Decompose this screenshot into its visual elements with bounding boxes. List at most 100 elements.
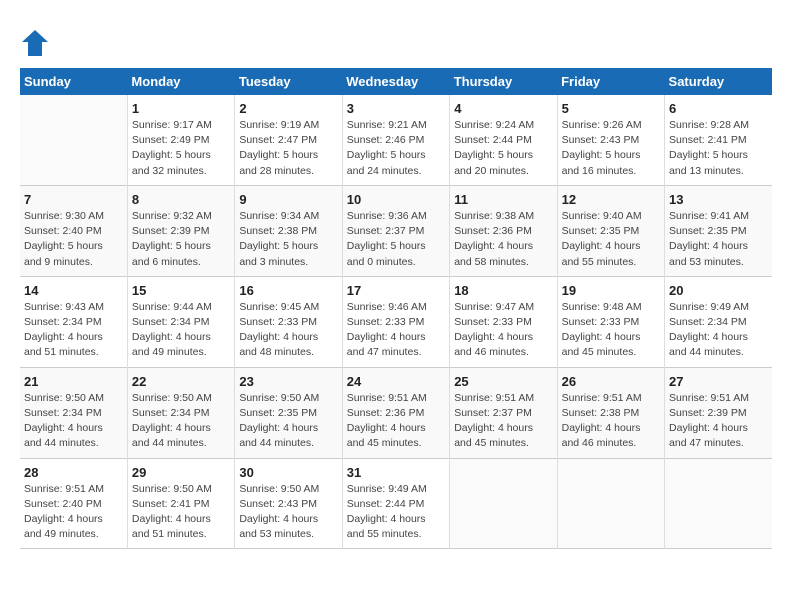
day-info: Sunrise: 9:30 AMSunset: 2:40 PMDaylight:…	[24, 209, 123, 270]
weekday-header: Friday	[557, 68, 664, 95]
day-info: Sunrise: 9:45 AMSunset: 2:33 PMDaylight:…	[239, 300, 337, 361]
day-info: Sunrise: 9:43 AMSunset: 2:34 PMDaylight:…	[24, 300, 123, 361]
calendar-cell: 4Sunrise: 9:24 AMSunset: 2:44 PMDaylight…	[450, 95, 557, 185]
weekday-header: Monday	[127, 68, 234, 95]
weekday-header: Wednesday	[342, 68, 449, 95]
calendar-cell: 30 Sunrise: 9:50 AMSunset: 2:43 PMDayligh…	[235, 458, 342, 549]
day-number: 1	[132, 101, 230, 116]
day-number: 23	[239, 374, 337, 389]
calendar-header: SundayMondayTuesdayWednesdayThursdayFrid…	[20, 68, 772, 95]
day-number: 8	[132, 192, 230, 207]
day-number: 27	[669, 374, 768, 389]
day-number: 14	[24, 283, 123, 298]
calendar-week-row: 14 Sunrise: 9:43 AMSunset: 2:34 PMDayligh…	[20, 276, 772, 367]
calendar-cell: 22 Sunrise: 9:50 AMSunset: 2:34 PMDayligh…	[127, 367, 234, 458]
calendar-cell: 2 Sunrise: 9:19 AMSunset: 2:47 PMDaylight…	[235, 95, 342, 185]
day-number: 4	[454, 101, 552, 116]
calendar-cell: 10 Sunrise: 9:36 AMSunset: 2:37 PMDayligh…	[342, 185, 449, 276]
day-number: 26	[562, 374, 660, 389]
calendar-cell: 16 Sunrise: 9:45 AMSunset: 2:33 PMDayligh…	[235, 276, 342, 367]
calendar-cell: 31 Sunrise: 9:49 AMSunset: 2:44 PMDayligh…	[342, 458, 449, 549]
day-number: 16	[239, 283, 337, 298]
calendar-cell: 8 Sunrise: 9:32 AMSunset: 2:39 PMDaylight…	[127, 185, 234, 276]
day-number: 12	[562, 192, 660, 207]
weekday-header: Saturday	[665, 68, 772, 95]
day-number: 31	[347, 465, 445, 480]
day-info: Sunrise: 9:49 AMSunset: 2:34 PMDaylight:…	[669, 300, 768, 361]
calendar-cell: 17 Sunrise: 9:46 AMSunset: 2:33 PMDayligh…	[342, 276, 449, 367]
day-number: 18	[454, 283, 552, 298]
day-info: Sunrise: 9:17 AMSunset: 2:49 PMDaylight:…	[132, 118, 230, 179]
calendar-cell	[665, 458, 772, 549]
day-number: 19	[562, 283, 660, 298]
day-info: Sunrise: 9:48 AMSunset: 2:33 PMDaylight:…	[562, 300, 660, 361]
day-number: 9	[239, 192, 337, 207]
day-info: Sunrise: 9:50 AMSunset: 2:34 PMDaylight:…	[24, 391, 123, 452]
calendar-body: 1 Sunrise: 9:17 AMSunset: 2:49 PMDaylight…	[20, 95, 772, 549]
day-number: 7	[24, 192, 123, 207]
calendar-week-row: 1 Sunrise: 9:17 AMSunset: 2:49 PMDaylight…	[20, 95, 772, 185]
calendar-cell: 9Sunrise: 9:34 AMSunset: 2:38 PMDaylight…	[235, 185, 342, 276]
day-info: Sunrise: 9:51 AMSunset: 2:36 PMDaylight:…	[347, 391, 445, 452]
calendar-week-row: 28 Sunrise: 9:51 AMSunset: 2:40 PMDayligh…	[20, 458, 772, 549]
calendar-cell: 7 Sunrise: 9:30 AMSunset: 2:40 PMDaylight…	[20, 185, 127, 276]
day-info: Sunrise: 9:49 AMSunset: 2:44 PMDaylight:…	[347, 482, 445, 543]
day-number: 25	[454, 374, 552, 389]
calendar-cell: 13 Sunrise: 9:41 AMSunset: 2:35 PMDayligh…	[665, 185, 772, 276]
calendar-cell: 5Sunrise: 9:26 AMSunset: 2:43 PMDaylight…	[557, 95, 664, 185]
day-number: 17	[347, 283, 445, 298]
day-info: Sunrise: 9:36 AMSunset: 2:37 PMDaylight:…	[347, 209, 445, 270]
day-number: 2	[239, 101, 337, 116]
weekday-header: Tuesday	[235, 68, 342, 95]
day-number: 22	[132, 374, 230, 389]
calendar-cell: 1 Sunrise: 9:17 AMSunset: 2:49 PMDaylight…	[127, 95, 234, 185]
weekday-row: SundayMondayTuesdayWednesdayThursdayFrid…	[20, 68, 772, 95]
day-info: Sunrise: 9:50 AMSunset: 2:43 PMDaylight:…	[239, 482, 337, 543]
day-number: 28	[24, 465, 123, 480]
day-info: Sunrise: 9:21 AMSunset: 2:46 PMDaylight:…	[347, 118, 445, 179]
calendar-cell: 3 Sunrise: 9:21 AMSunset: 2:46 PMDaylight…	[342, 95, 449, 185]
calendar-cell: 29Sunrise: 9:50 AMSunset: 2:41 PMDayligh…	[127, 458, 234, 549]
day-info: Sunrise: 9:50 AMSunset: 2:35 PMDaylight:…	[239, 391, 337, 452]
day-number: 13	[669, 192, 768, 207]
calendar-cell: 24 Sunrise: 9:51 AMSunset: 2:36 PMDayligh…	[342, 367, 449, 458]
day-number: 21	[24, 374, 123, 389]
header	[20, 20, 772, 58]
calendar-cell: 14 Sunrise: 9:43 AMSunset: 2:34 PMDayligh…	[20, 276, 127, 367]
day-info: Sunrise: 9:41 AMSunset: 2:35 PMDaylight:…	[669, 209, 768, 270]
weekday-header: Sunday	[20, 68, 127, 95]
calendar-cell	[557, 458, 664, 549]
day-info: Sunrise: 9:50 AMSunset: 2:41 PMDaylight:…	[132, 482, 230, 543]
calendar-cell: 18 Sunrise: 9:47 AMSunset: 2:33 PMDayligh…	[450, 276, 557, 367]
day-info: Sunrise: 9:51 AMSunset: 2:38 PMDaylight:…	[562, 391, 660, 452]
day-info: Sunrise: 9:51 AMSunset: 2:40 PMDaylight:…	[24, 482, 123, 543]
day-number: 3	[347, 101, 445, 116]
day-number: 11	[454, 192, 552, 207]
calendar-cell: 21 Sunrise: 9:50 AMSunset: 2:34 PMDayligh…	[20, 367, 127, 458]
day-info: Sunrise: 9:19 AMSunset: 2:47 PMDaylight:…	[239, 118, 337, 179]
day-number: 20	[669, 283, 768, 298]
calendar-cell: 20 Sunrise: 9:49 AMSunset: 2:34 PMDayligh…	[665, 276, 772, 367]
calendar-cell: 23 Sunrise: 9:50 AMSunset: 2:35 PMDayligh…	[235, 367, 342, 458]
day-info: Sunrise: 9:32 AMSunset: 2:39 PMDaylight:…	[132, 209, 230, 270]
logo	[20, 28, 54, 58]
day-number: 6	[669, 101, 768, 116]
day-info: Sunrise: 9:40 AMSunset: 2:35 PMDaylight:…	[562, 209, 660, 270]
day-number: 30	[239, 465, 337, 480]
day-info: Sunrise: 9:47 AMSunset: 2:33 PMDaylight:…	[454, 300, 552, 361]
weekday-header: Thursday	[450, 68, 557, 95]
logo-icon	[20, 28, 50, 58]
day-info: Sunrise: 9:50 AMSunset: 2:34 PMDaylight:…	[132, 391, 230, 452]
day-number: 24	[347, 374, 445, 389]
day-info: Sunrise: 9:51 AMSunset: 2:39 PMDaylight:…	[669, 391, 768, 452]
day-info: Sunrise: 9:38 AMSunset: 2:36 PMDaylight:…	[454, 209, 552, 270]
calendar-cell: 28 Sunrise: 9:51 AMSunset: 2:40 PMDayligh…	[20, 458, 127, 549]
calendar-cell: 25Sunrise: 9:51 AMSunset: 2:37 PMDayligh…	[450, 367, 557, 458]
day-info: Sunrise: 9:44 AMSunset: 2:34 PMDaylight:…	[132, 300, 230, 361]
day-number: 10	[347, 192, 445, 207]
calendar-cell	[20, 95, 127, 185]
day-info: Sunrise: 9:26 AMSunset: 2:43 PMDaylight:…	[562, 118, 660, 179]
calendar-week-row: 21 Sunrise: 9:50 AMSunset: 2:34 PMDayligh…	[20, 367, 772, 458]
calendar-cell: 19 Sunrise: 9:48 AMSunset: 2:33 PMDayligh…	[557, 276, 664, 367]
day-info: Sunrise: 9:46 AMSunset: 2:33 PMDaylight:…	[347, 300, 445, 361]
